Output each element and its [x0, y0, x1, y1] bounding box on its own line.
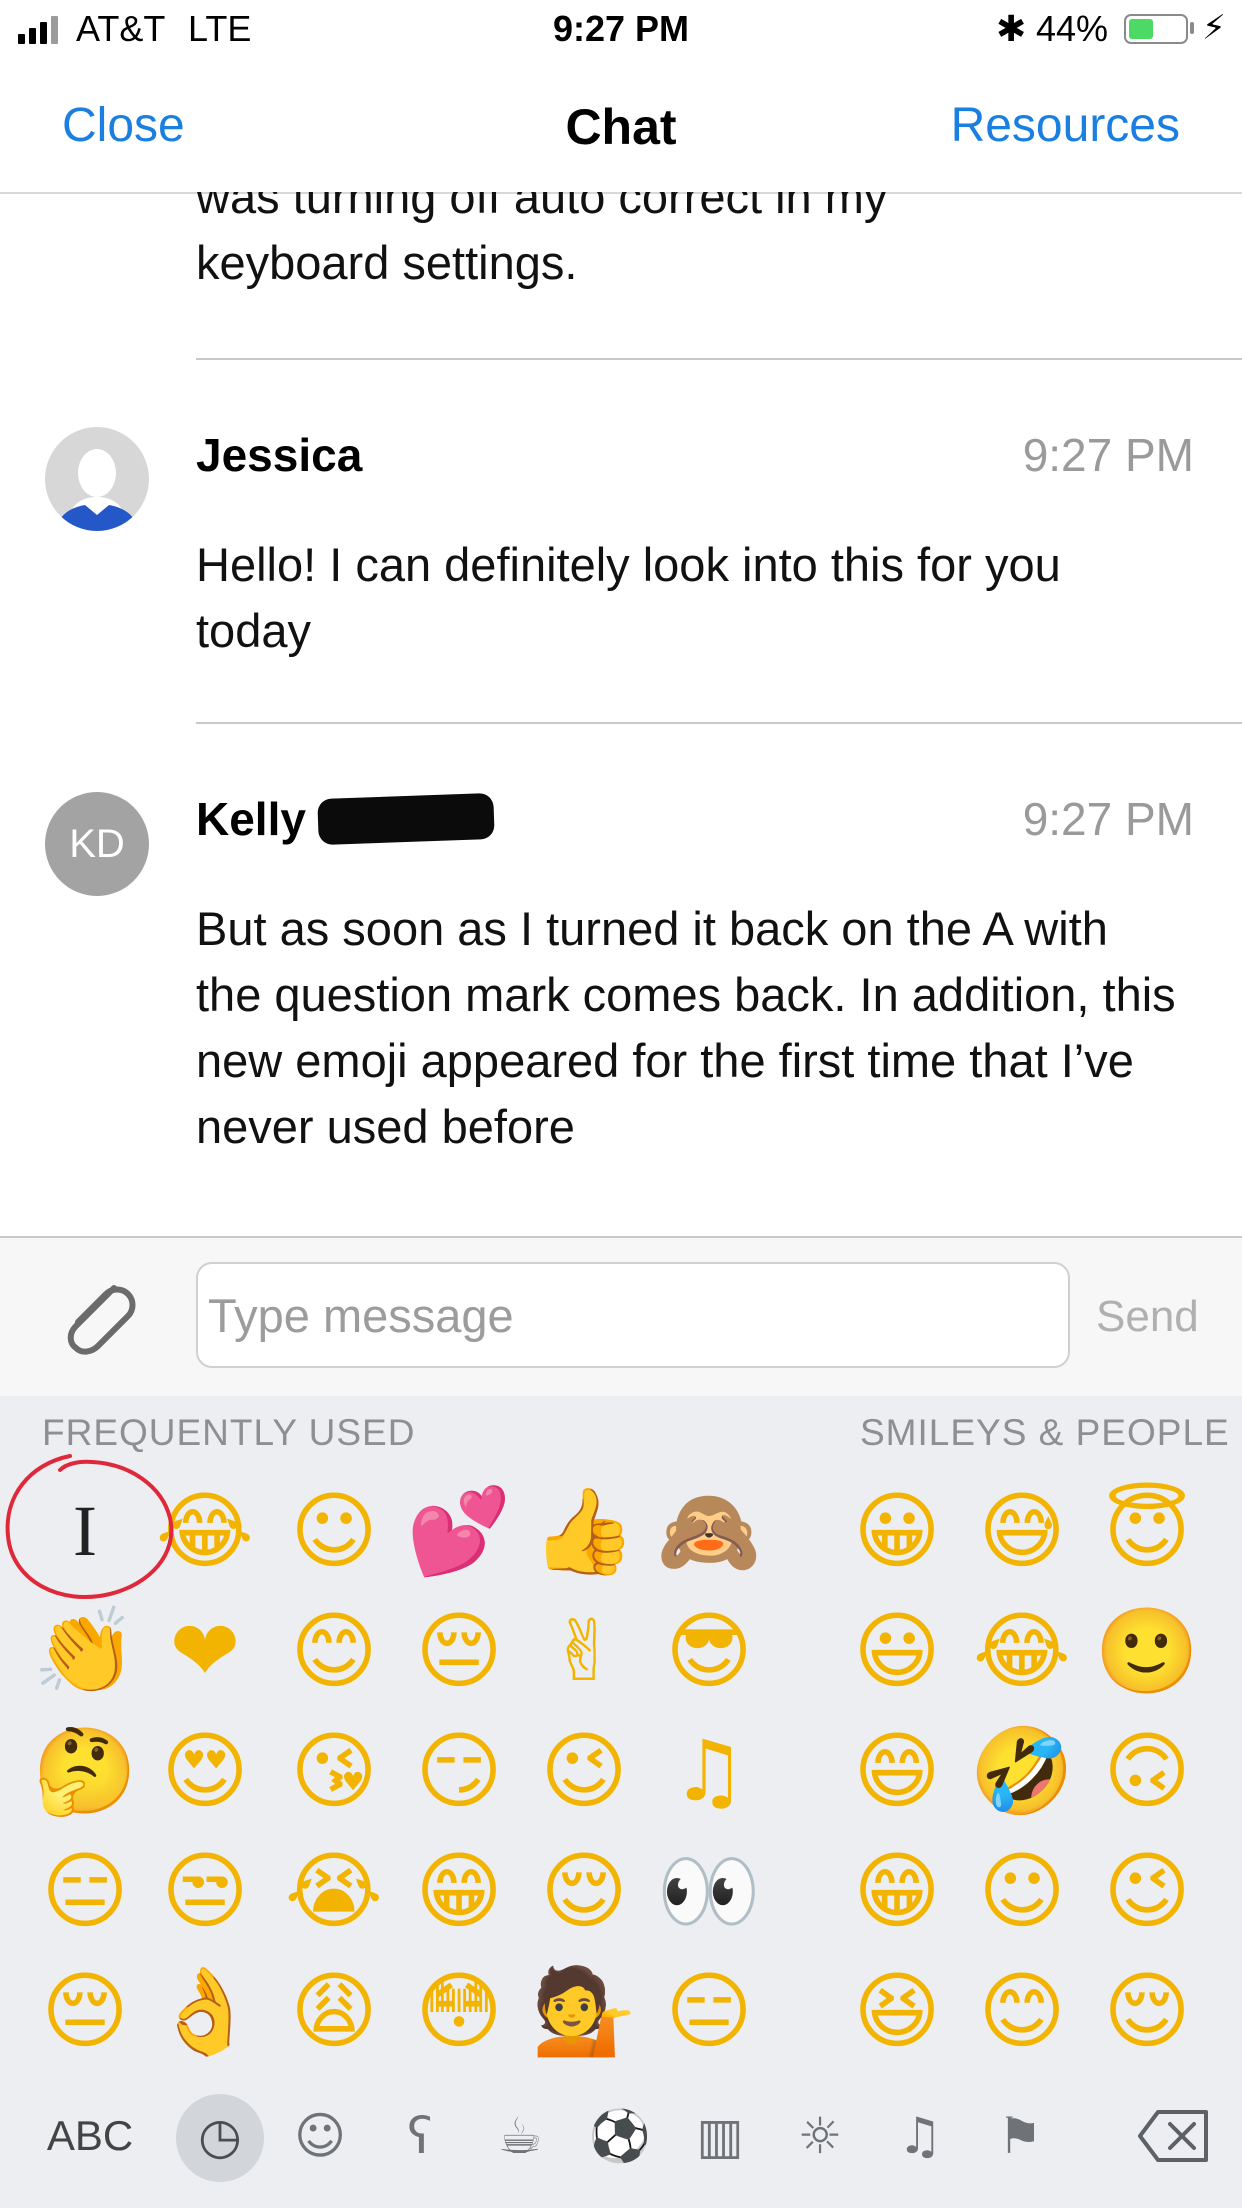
message-list[interactable]: was turning off auto correct in my keybo… [0, 192, 1242, 1236]
emoji-key[interactable]: 😔 [30, 1956, 140, 2066]
message-text: Hello! I can definitely look into this f… [196, 538, 1061, 657]
emoji-key[interactable]: 💕 [404, 1476, 514, 1586]
emoji-key[interactable]: ☺ [967, 1836, 1077, 1946]
abc-button[interactable]: ABC [40, 2096, 140, 2176]
emoji-key[interactable]: 🤣 [967, 1716, 1077, 1826]
emoji-key[interactable]: 😌 [1092, 1956, 1202, 2066]
ball-icon[interactable]: ⚽ [580, 2096, 660, 2176]
annotation-circle [5, 1454, 174, 1599]
paperclip-icon[interactable] [56, 1274, 140, 1358]
section-label-smileys: SMILEYS & PEOPLE [860, 1412, 1230, 1453]
emoji-key[interactable]: 😅 [967, 1476, 1077, 1586]
resources-button[interactable]: Resources [951, 98, 1180, 153]
sender-name: Kelly [196, 793, 306, 845]
person-silhouette-icon [55, 449, 139, 531]
emoji-key[interactable]: 😎 [654, 1596, 764, 1706]
close-button[interactable]: Close [62, 98, 185, 153]
emoji-key[interactable]: 😑 [30, 1836, 140, 1946]
emoji-key[interactable]: 💁 [529, 1956, 639, 2066]
smiley-icon[interactable]: ☺ [280, 2096, 360, 2176]
charging-icon: ⚡ [1202, 9, 1226, 47]
backspace-icon[interactable] [1124, 2096, 1224, 2176]
message-text: But as soon as I turned it back on the A… [196, 902, 1176, 1153]
emoji-key[interactable]: 😃 [842, 1596, 952, 1706]
emoji-key[interactable]: 😀 [842, 1476, 952, 1586]
emoji-key[interactable]: 🙃 [1092, 1716, 1202, 1826]
flag-icon[interactable]: ⚑ [980, 2096, 1060, 2176]
message-divider [196, 358, 1242, 360]
emoji-key[interactable]: 😂 [967, 1596, 1077, 1706]
message-text-line: keyboard settings. [196, 236, 578, 289]
emoji-key[interactable]: 😆 [842, 1956, 952, 2066]
status-bar: AT&T LTE 9:27 PM ✱ 44% ⚡ [0, 0, 1242, 60]
building-icon[interactable]: ▥ [680, 2096, 760, 2176]
emoji-key[interactable]: 😁 [842, 1836, 952, 1946]
message-time: 9:27 PM [1022, 429, 1194, 481]
emoji-key[interactable]: 😳 [404, 1956, 514, 2066]
bulb-icon[interactable]: ☼ [780, 2096, 860, 2176]
emoji-key[interactable]: 😉 [529, 1716, 639, 1826]
message-input[interactable] [196, 1262, 1070, 1368]
emoji-key[interactable]: 😩 [279, 1956, 389, 2066]
emoji-key[interactable]: 😊 [967, 1956, 1077, 2066]
emoji-key[interactable]: 😔 [404, 1596, 514, 1706]
emoji-key[interactable]: 😍 [150, 1716, 260, 1826]
battery-icon [1124, 14, 1188, 44]
emoji-key[interactable]: 👌 [150, 1956, 260, 2066]
emoji-keyboard: FREQUENTLY USED SMILEYS & PEOPLE I 😂 ☺ 💕 👍 🙈 👏… [0, 1396, 1242, 2208]
symbols-icon[interactable]: ♫ [880, 2096, 960, 2176]
message-divider [196, 722, 1242, 724]
avatar-initials: KD [45, 792, 149, 896]
emoji-key[interactable]: 😇 [1092, 1476, 1202, 1586]
emoji-key[interactable]: 😏 [404, 1716, 514, 1826]
emoji-key[interactable]: 😭 [279, 1836, 389, 1946]
composer-bar: Send [0, 1236, 1242, 1398]
emoji-key[interactable]: ☺ [279, 1476, 389, 1586]
emoji-key[interactable]: 😊 [279, 1596, 389, 1706]
emoji-key[interactable]: 😌 [529, 1836, 639, 1946]
bluetooth-icon: ✱ [996, 8, 1027, 49]
message-time: 9:27 PM [1022, 793, 1194, 845]
emoji-key[interactable]: 😘 [279, 1716, 389, 1826]
emoji-key[interactable]: 😄 [842, 1716, 952, 1826]
emoji-key[interactable]: 🙂 [1092, 1596, 1202, 1706]
message-text-line: was turning off auto correct in my [196, 192, 888, 223]
emoji-key[interactable]: 👍 [529, 1476, 639, 1586]
battery-percent: 44% [1036, 8, 1109, 49]
emoji-key[interactable]: 🤔 [30, 1716, 140, 1826]
emoji-key[interactable]: 😑 [654, 1956, 764, 2066]
emoji-key[interactable]: 🙈 [654, 1476, 764, 1586]
bear-icon[interactable]: ʕ [380, 2096, 460, 2176]
emoji-key[interactable]: 😒 [150, 1836, 260, 1946]
emoji-key[interactable]: 😉 [1092, 1836, 1202, 1946]
nav-bar: Chat Close Resources [0, 60, 1242, 194]
battery-tip [1190, 22, 1194, 34]
emoji-key[interactable]: ♫ [654, 1716, 764, 1826]
sender-name: Jessica [196, 429, 363, 481]
avatar [45, 427, 149, 531]
food-icon[interactable]: ☕ [480, 2096, 560, 2176]
clock-icon[interactable]: ◷ [180, 2096, 260, 2176]
send-button[interactable]: Send [1096, 1292, 1199, 1342]
emoji-key[interactable]: 😁 [404, 1836, 514, 1946]
redaction-scribble [317, 792, 495, 846]
emoji-key[interactable]: ✌ [529, 1596, 639, 1706]
emoji-key[interactable]: 👀 [654, 1836, 764, 1946]
